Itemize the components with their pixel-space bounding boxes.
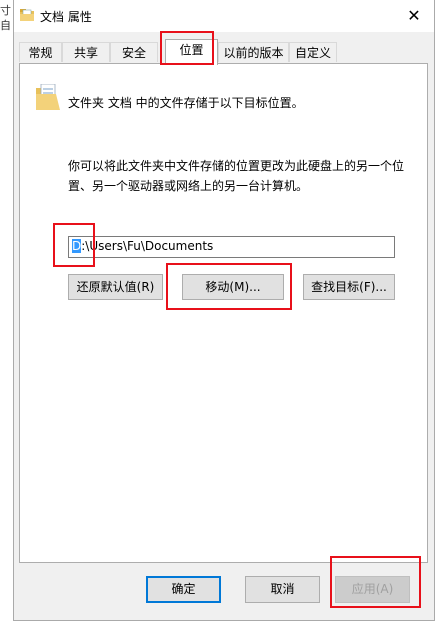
find-target-button[interactable]: 查找目标(F)... bbox=[303, 274, 395, 300]
tab-security[interactable]: 安全 bbox=[110, 42, 158, 62]
background-window-strip: 寸 自 bbox=[0, 0, 14, 622]
tab-customize[interactable]: 自定义 bbox=[289, 42, 337, 62]
location-description: 你可以将此文件夹中文件存储的位置更改为此硬盘上的另一个位置、另一个驱动器或网络上… bbox=[68, 159, 405, 193]
apply-button[interactable]: 应用(A) bbox=[335, 576, 410, 603]
ok-button[interactable]: 确定 bbox=[146, 576, 221, 603]
path-text: :\Users\Fu\Documents bbox=[81, 239, 214, 253]
tab-sharing[interactable]: 共享 bbox=[62, 42, 110, 62]
cancel-button[interactable]: 取消 bbox=[245, 576, 320, 603]
tab-location[interactable]: 位置 bbox=[165, 39, 218, 65]
close-icon[interactable]: ✕ bbox=[402, 4, 426, 28]
background-glyph: 寸 bbox=[0, 4, 11, 17]
location-panel: 文件夹 文档 中的文件存储于以下目标位置。 你可以将此文件夹中文件存储的位置更改… bbox=[19, 63, 428, 563]
tab-general[interactable]: 常规 bbox=[19, 42, 62, 62]
title-bar[interactable]: 文档 属性 ✕ bbox=[14, 0, 434, 32]
location-info-text: 文件夹 文档 中的文件存储于以下目标位置。 bbox=[68, 96, 304, 110]
documents-folder-icon bbox=[36, 84, 60, 110]
path-input[interactable]: D:\Users\Fu\Documents bbox=[68, 236, 395, 258]
properties-dialog: 文档 属性 ✕ 常规 共享 安全 位置 以前的版本 自定义 文件夹 文档 中的文… bbox=[13, 0, 435, 621]
path-selected-text: D bbox=[72, 239, 82, 253]
background-glyph: 自 bbox=[0, 19, 11, 32]
window-title: 文档 属性 bbox=[40, 10, 92, 24]
folder-document-icon bbox=[20, 9, 34, 21]
restore-default-button[interactable]: 还原默认值(R) bbox=[68, 274, 163, 300]
move-button[interactable]: 移动(M)... bbox=[182, 274, 284, 300]
tab-previous-versions[interactable]: 以前的版本 bbox=[218, 42, 289, 62]
